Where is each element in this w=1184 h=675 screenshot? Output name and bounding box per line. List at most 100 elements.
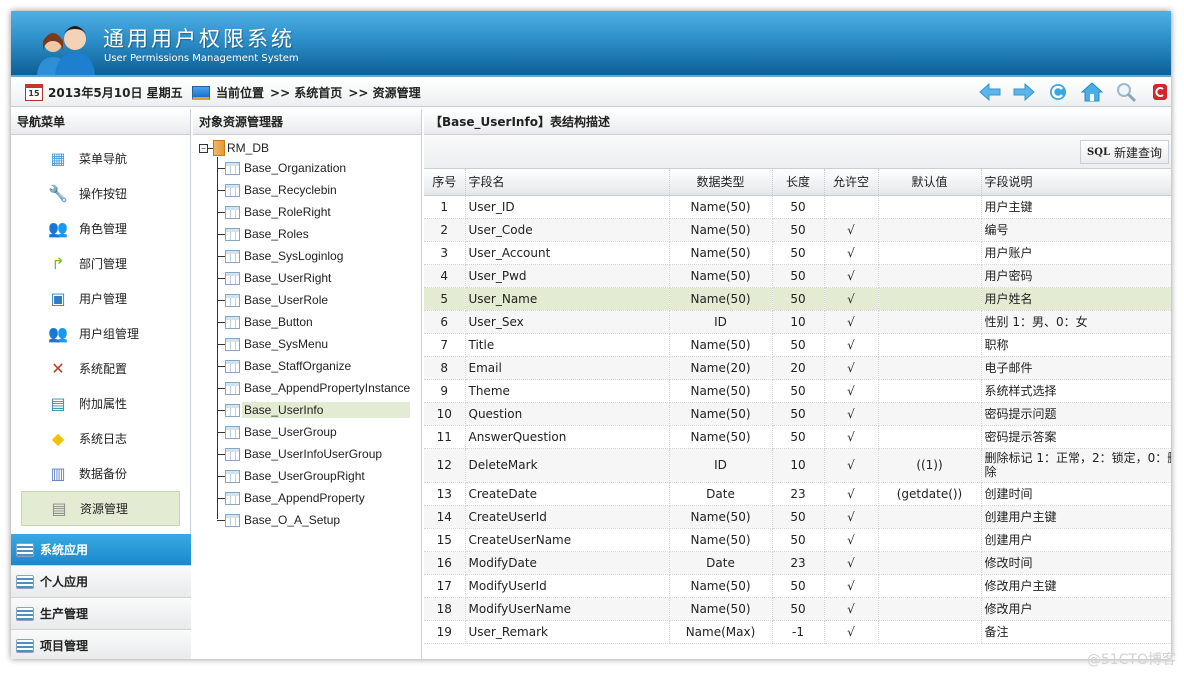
sitemap-icon: ▦ — [50, 149, 66, 168]
home-button[interactable] — [1081, 81, 1103, 103]
refresh-button[interactable] — [1047, 81, 1069, 103]
tools-icon: ✕ — [51, 359, 65, 378]
table-cell: 17 — [424, 574, 466, 598]
new-query-button[interactable]: SQL 新建查询 — [1080, 140, 1169, 164]
column-header[interactable]: 长度 — [772, 169, 825, 196]
table-cell: Name(50) — [669, 597, 773, 621]
tree-item[interactable]: Base_SysLoginlog — [199, 245, 421, 267]
nav-item-8[interactable]: ▤ 附加属性 — [21, 386, 180, 421]
table-cell: ((1)) — [878, 448, 982, 483]
table-cell: Date — [669, 551, 773, 575]
column-header[interactable]: 默认值 — [878, 169, 982, 196]
table-row[interactable]: 16 ModifyDate Date 23 √ 修改时间 — [424, 551, 1171, 575]
table-cell: √ — [824, 505, 879, 529]
table-icon — [225, 227, 240, 241]
current-date: 15 2013年5月10日 星期五 — [25, 84, 183, 101]
table-row[interactable]: 14 CreateUserId Name(50) 50 √ 创建用户主键 — [424, 505, 1171, 529]
table-row[interactable]: 7 Title Name(50) 50 √ 职称 — [424, 333, 1171, 357]
table-row[interactable]: 18 ModifyUserName Name(50) 50 √ 修改用户 — [424, 597, 1171, 621]
nav-item-6[interactable]: 👥 用户组管理 — [21, 316, 180, 351]
tree-item[interactable]: Base_UserGroupRight — [199, 465, 421, 487]
tree-item[interactable]: Base_UserInfoUserGroup — [199, 443, 421, 465]
tree-item[interactable]: Base_UserRole — [199, 289, 421, 311]
table-cell: 创建时间 — [981, 482, 1171, 506]
table-cell: User_Remark — [465, 620, 670, 644]
table-row[interactable]: 11 AnswerQuestion Name(50) 50 √ 密码提示答案 — [424, 425, 1171, 449]
table-row[interactable]: 9 Theme Name(50) 50 √ 系统样式选择 — [424, 379, 1171, 403]
table-cell: Name(Max) — [669, 620, 773, 644]
column-header[interactable]: 序号 — [424, 169, 466, 196]
forward-button[interactable] — [1013, 81, 1035, 103]
tree-item[interactable]: Base_UserGroup — [199, 421, 421, 443]
tree-item[interactable]: Base_StaffOrganize — [199, 355, 421, 377]
tree-root[interactable]: − RM_DB — [199, 139, 421, 157]
search-button[interactable] — [1115, 81, 1137, 103]
tree-item[interactable]: Base_AppendProperty — [199, 487, 421, 509]
table-row[interactable]: 4 User_Pwd Name(50) 50 √ 用户密码 — [424, 264, 1171, 288]
nav-item-10[interactable]: ▥ 数据备份 — [21, 456, 180, 491]
tree-item[interactable]: Base_Roles — [199, 223, 421, 245]
table-cell: √ — [824, 551, 879, 575]
table-cell: √ — [824, 574, 879, 598]
nav-group-4[interactable]: 项目管理 — [11, 630, 191, 659]
tree-item[interactable]: Base_AppendPropertyInstance — [199, 377, 421, 399]
table-cell: 5 — [424, 287, 466, 311]
search-icon — [1117, 83, 1137, 103]
nav-item-5[interactable]: ▣ 用户管理 — [21, 281, 180, 316]
table-cell: 密码提示答案 — [981, 425, 1171, 449]
table-cell: User_Sex — [465, 310, 670, 334]
column-header[interactable]: 字段说明 — [981, 169, 1171, 196]
computer-icon — [192, 85, 210, 100]
table-cell: 删除标记 1：正常，2：锁定，0：删除 — [981, 448, 1171, 483]
nav-item-3[interactable]: 👥 角色管理 — [21, 211, 180, 246]
table-row[interactable]: 17 ModifyUserId Name(50) 50 √ 修改用户主键 — [424, 574, 1171, 598]
table-row[interactable]: 6 User_Sex ID 10 √ 性别 1：男、0：女 — [424, 310, 1171, 334]
table-icon — [225, 205, 240, 219]
table-row[interactable]: 12 DeleteMark ID 10 √ ((1)) 删除标记 1：正常，2：锁定，0：删… — [424, 448, 1171, 483]
table-cell: ModifyUserName — [465, 597, 670, 621]
nav-item-9[interactable]: ◆ 系统日志 — [21, 421, 180, 456]
tree-item[interactable]: Base_Button — [199, 311, 421, 333]
column-header[interactable]: 字段名 — [465, 169, 670, 196]
tree-item[interactable]: Base_Recyclebin — [199, 179, 421, 201]
nav-group-3[interactable]: 生产管理 — [11, 598, 191, 630]
tree-item[interactable]: Base_SysMenu — [199, 333, 421, 355]
warning-icon: ◆ — [51, 429, 65, 448]
table-cell: 23 — [772, 551, 825, 575]
table-row[interactable]: 5 User_Name Name(50) 50 √ 用户姓名 — [424, 287, 1171, 311]
tree-item[interactable]: Base_UserInfo — [199, 399, 421, 421]
breadcrumb-home[interactable]: >> 系统首页 — [270, 84, 342, 101]
table-cell: 用户主键 — [981, 195, 1171, 219]
nav-item-2[interactable]: 🔧 操作按钮 — [21, 176, 180, 211]
column-header[interactable]: 允许空 — [824, 169, 879, 196]
table-cell: 50 — [772, 195, 825, 219]
tree-item[interactable]: Base_UserRight — [199, 267, 421, 289]
exit-button[interactable] — [1149, 81, 1171, 103]
nav-group-1[interactable]: 系统应用 — [11, 534, 191, 566]
table-cell: User_Pwd — [465, 264, 670, 288]
table-row[interactable]: 1 User_ID Name(50) 50 用户主键 — [424, 195, 1171, 219]
table-cell: Name(50) — [669, 528, 773, 552]
nav-item-1[interactable]: ▦ 菜单导航 — [21, 141, 180, 176]
back-button[interactable] — [979, 81, 1001, 103]
table-row[interactable]: 2 User_Code Name(50) 50 √ 编号 — [424, 218, 1171, 242]
column-header[interactable]: 数据类型 — [669, 169, 773, 196]
table-cell: Theme — [465, 379, 670, 403]
table-cell: 50 — [772, 287, 825, 311]
nav-group-2[interactable]: 个人应用 — [11, 566, 191, 598]
nav-item-11[interactable]: ▤ 资源管理 — [21, 491, 180, 526]
table-row[interactable]: 15 CreateUserName Name(50) 50 √ 创建用户 — [424, 528, 1171, 552]
table-cell: 创建用户主键 — [981, 505, 1171, 529]
table-row[interactable]: 3 User_Account Name(50) 50 √ 用户账户 — [424, 241, 1171, 265]
nav-item-7[interactable]: ✕ 系统配置 — [21, 351, 180, 386]
table-row[interactable]: 13 CreateDate Date 23 √ (getdate()) 创建时间 — [424, 482, 1171, 506]
tree-item[interactable]: Base_Organization — [199, 157, 421, 179]
table-row[interactable]: 19 User_Remark Name(Max) -1 √ 备注 — [424, 620, 1171, 644]
tree-item[interactable]: Base_RoleRight — [199, 201, 421, 223]
collapse-icon[interactable]: − — [199, 143, 208, 153]
table-row[interactable]: 10 Question Name(50) 50 √ 密码提示问题 — [424, 402, 1171, 426]
tree-item[interactable]: Base_O_A_Setup — [199, 509, 421, 531]
nav-item-4[interactable]: ↱ 部门管理 — [21, 246, 180, 281]
table-row[interactable]: 8 Email Name(20) 20 √ 电子邮件 — [424, 356, 1171, 380]
tree-item-label: Base_AppendProperty — [244, 491, 365, 505]
